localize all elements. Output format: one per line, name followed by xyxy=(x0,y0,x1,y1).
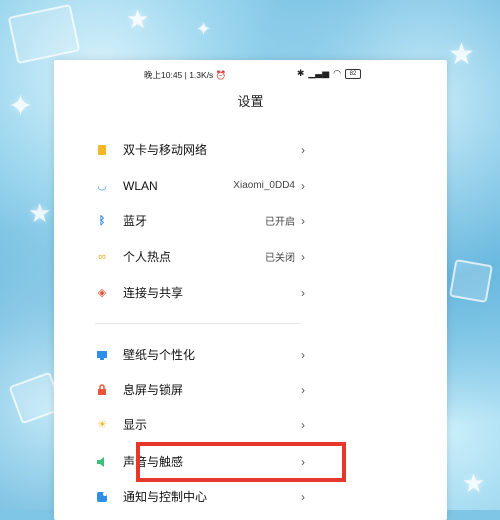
status-bar: 晚上10:45 | 1.3K/s ⏰ ✱ ▁▃▅ ◠ 82 xyxy=(54,60,447,88)
brightness-icon: ☀ xyxy=(97,419,107,431)
sim-card-icon xyxy=(95,143,109,157)
chevron-right-icon: › xyxy=(301,417,305,432)
star-icon: ★ xyxy=(462,468,486,498)
bluetooth-icon: ᛒ xyxy=(98,214,106,227)
decoration-box xyxy=(448,258,494,304)
status-icons: ✱ ▁▃▅ ◠ 82 xyxy=(297,68,361,79)
item-label: 蓝牙 xyxy=(123,214,148,228)
wifi-status-icon: ◠ xyxy=(333,68,341,78)
hotspot-icon: ∞ xyxy=(98,250,106,263)
page-title: 设置 xyxy=(237,94,264,109)
star-icon: ★ xyxy=(28,198,52,228)
item-value: Xiaomi_0DD4 xyxy=(233,180,295,191)
star-icon: ★ xyxy=(448,38,475,71)
chevron-right-icon: › xyxy=(301,213,305,228)
status-time-text: 晚上10:45 | 1.3K/s xyxy=(144,70,214,80)
star-icon: ✦ xyxy=(8,90,34,123)
status-time: 晚上10:45 | 1.3K/s ⏰ xyxy=(144,70,227,80)
battery-icon: 82 xyxy=(345,68,361,79)
group-divider xyxy=(95,323,301,324)
item-value: 已开启 xyxy=(265,217,295,228)
item-label: 壁纸与个性化 xyxy=(123,348,196,362)
lock-icon xyxy=(95,383,109,397)
item-label: WLAN xyxy=(123,178,158,193)
item-label: 个人热点 xyxy=(123,250,172,264)
item-label: 双卡与移动网络 xyxy=(123,143,208,157)
speaker-icon xyxy=(95,455,109,469)
settings-item-display[interactable]: ☀ 显示 › xyxy=(95,407,305,442)
settings-item-lock-screen[interactable]: 息屏与锁屏 › xyxy=(95,372,305,407)
signal-icon: ▁▃▅ xyxy=(308,68,330,78)
chevron-right-icon: › xyxy=(301,382,305,397)
bluetooth-status-icon: ✱ xyxy=(296,68,305,78)
highlight-box xyxy=(136,442,346,482)
share-icon: ◈ xyxy=(97,287,107,299)
chevron-right-icon: › xyxy=(301,285,305,300)
item-value: 已关闭 xyxy=(265,253,295,264)
wifi-icon: ◡ xyxy=(97,180,107,192)
chevron-right-icon: › xyxy=(301,142,305,157)
settings-item-connection-sharing[interactable]: ◈ 连接与共享 › xyxy=(95,275,305,310)
item-label: 连接与共享 xyxy=(123,286,184,300)
item-label: 通知与控制中心 xyxy=(123,490,208,504)
chevron-right-icon: › xyxy=(301,347,305,362)
star-icon: ✦ xyxy=(196,19,212,39)
settings-item-wlan[interactable]: ◡ WLAN Xiaomi_0DD4 › xyxy=(95,168,305,203)
chevron-right-icon: › xyxy=(301,249,305,264)
item-label: 息屏与锁屏 xyxy=(123,383,184,397)
wallpaper-icon xyxy=(95,348,109,362)
item-label: 显示 xyxy=(123,418,148,432)
chevron-right-icon: › xyxy=(301,489,305,504)
settings-item-bluetooth[interactable]: ᛒ 蓝牙 已开启 › xyxy=(95,203,305,238)
settings-item-hotspot[interactable]: ∞ 个人热点 已关闭 › xyxy=(95,239,305,274)
settings-item-dual-sim[interactable]: 双卡与移动网络 › xyxy=(95,132,305,167)
notification-icon xyxy=(95,490,109,504)
chevron-right-icon: › xyxy=(301,178,305,193)
settings-item-notifications[interactable]: 通知与控制中心 › xyxy=(95,479,305,514)
settings-item-wallpaper[interactable]: 壁纸与个性化 › xyxy=(95,337,305,372)
star-icon: ★ xyxy=(126,4,150,34)
